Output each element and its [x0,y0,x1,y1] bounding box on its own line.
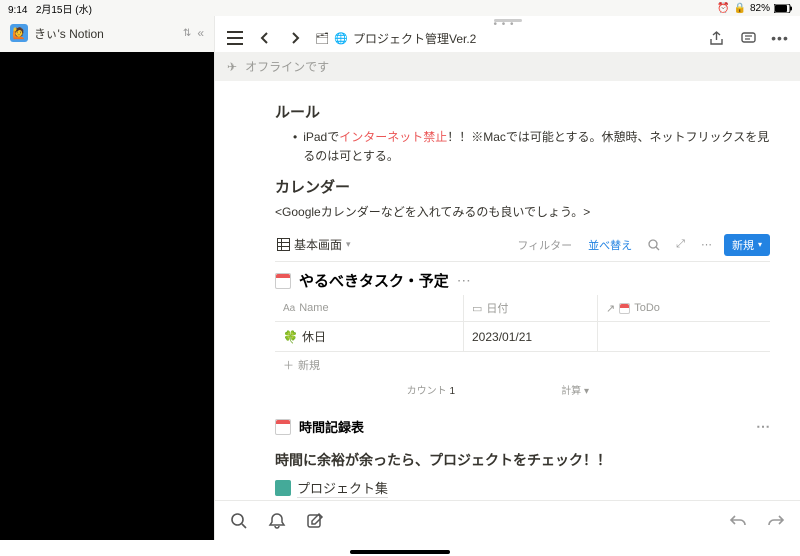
table-icon [277,238,290,251]
status-left: 9:14 2月15日 (水) [8,1,92,16]
search-icon[interactable] [229,511,249,531]
calendar-heading: カレンダー [275,176,770,197]
relation-icon: ↗ [606,302,615,315]
comments-icon[interactable] [738,28,758,48]
share-icon[interactable] [706,28,726,48]
col-name[interactable]: Aa Name [275,295,463,321]
db-sort[interactable]: 並べ替え [584,235,636,255]
more-icon[interactable]: ••• [770,28,790,48]
breadcrumb-title: プロジェクト管理Ver.2 [353,30,476,47]
sidebar: 🙋 きぃ's Notion ⇅ « [0,16,215,540]
row-todo [597,322,770,351]
collapse-sidebar-icon[interactable]: « [197,26,204,40]
db-new-row[interactable]: ＋ 新規 [275,352,770,378]
forward-icon[interactable] [285,28,305,48]
calendar-icon [619,303,630,314]
topbar: 🗂 🌐 プロジェクト管理Ver.2 ••• [215,24,800,52]
col-todo[interactable]: ↗ ToDo [597,295,770,321]
breadcrumb[interactable]: 🗂 🌐 プロジェクト管理Ver.2 [315,30,696,47]
home-indicator [350,550,450,554]
inbox-icon[interactable] [267,511,287,531]
compose-icon[interactable] [305,511,325,531]
page-icon [275,480,291,496]
status-date: 2月15日 (水) [36,5,92,16]
db-header-row: Aa Name ▭ 日付 ↗ ToDo [275,295,770,322]
breadcrumb-parent-icon: 🗂 [315,31,329,45]
breadcrumb-page-icon: 🌐 [334,31,348,45]
page-link-label: プロジェクト集 [297,478,388,498]
rule-bullet: iPadでインターネット禁止！！※Macでは可能とする。休憩時、ネットフリックス… [275,128,770,166]
col-date[interactable]: ▭ 日付 [463,295,597,321]
cta-heading: 時間に余裕が余ったら、プロジェクトをチェック！！ [275,450,770,470]
lock-icon: 🔒 [734,3,746,14]
battery-icon [774,4,792,13]
main-panel: • • • 🗂 🌐 プロジェクト管理Ver.2 ••• ✈ オフラインです ルー… [215,16,800,540]
row-name: 休日 [302,328,326,345]
sidebar-content-redacted [0,52,214,540]
db-search-icon[interactable] [644,237,664,253]
workspace-switcher[interactable]: 🙋 きぃ's Notion ⇅ « [0,16,214,50]
airplane-icon: ✈ [227,60,237,74]
page-content: ルール iPadでインターネット禁止！！※Macでは可能とする。休憩時、ネットフ… [215,81,800,500]
offline-banner: ✈ オフラインです [215,52,800,81]
calendar-icon [275,419,291,435]
db-title[interactable]: やるべきタスク・予定 ⋯ [275,270,770,291]
menu-icon[interactable] [225,28,245,48]
linked-more-icon[interactable]: ⋯ [756,418,770,435]
drag-handle: • • • [215,16,800,24]
chevron-down-icon[interactable]: ▾ [584,386,589,397]
undo-icon[interactable] [728,511,748,531]
db-tab-label: 基本画面 [294,236,342,253]
avatar: 🙋 [10,24,28,42]
rules-heading: ルール [275,101,770,122]
status-time: 9:14 [8,5,27,16]
bottom-toolbar [215,500,800,540]
redo-icon[interactable] [766,511,786,531]
row-date: 2023/01/21 [463,322,597,351]
linked-db[interactable]: 時間記録表 ⋯ [275,417,770,436]
chevron-down-icon: ▾ [758,240,762,249]
alarm-icon: ⏰ [717,3,729,14]
db-title-more-icon[interactable]: ⋯ [457,272,471,289]
status-right: ⏰ 🔒 82% [717,3,792,14]
plus-icon: ＋ [283,357,294,373]
back-icon[interactable] [255,28,275,48]
calendar-icon [275,273,291,289]
clover-icon: 🍀 [283,330,298,344]
db-new-button[interactable]: 新規▾ [724,234,770,256]
project-page-link[interactable]: プロジェクト集 [275,476,770,500]
db-view-tabs: 基本画面 ▾ フィルター 並べ替え ⤢ ⋯ 新規▾ [275,228,770,262]
offline-text: オフラインです [245,58,329,75]
calendar-small-icon: ▭ [472,302,482,315]
db-filter[interactable]: フィルター [513,235,576,255]
workspace-name: きぃ's Notion [34,25,177,42]
chevron-down-icon: ▾ [346,239,351,250]
calendar-hint: <Googleカレンダーなどを入れてみるのも良いでしょう。> [275,203,770,220]
db-tab-basic[interactable]: 基本画面 ▾ [275,232,353,257]
db-footer: カウント 1 計算 ▾ [275,378,770,401]
db-more-icon[interactable]: ⋯ [697,236,716,253]
table-row[interactable]: 🍀 休日 2023/01/21 [275,322,770,352]
db-expand-icon[interactable]: ⤢ [672,236,689,253]
status-bar: 9:14 2月15日 (水) ⏰ 🔒 82% [0,0,800,16]
updown-icon: ⇅ [183,28,191,39]
linked-title: 時間記録表 [299,417,364,436]
battery-percent: 82% [750,3,770,14]
